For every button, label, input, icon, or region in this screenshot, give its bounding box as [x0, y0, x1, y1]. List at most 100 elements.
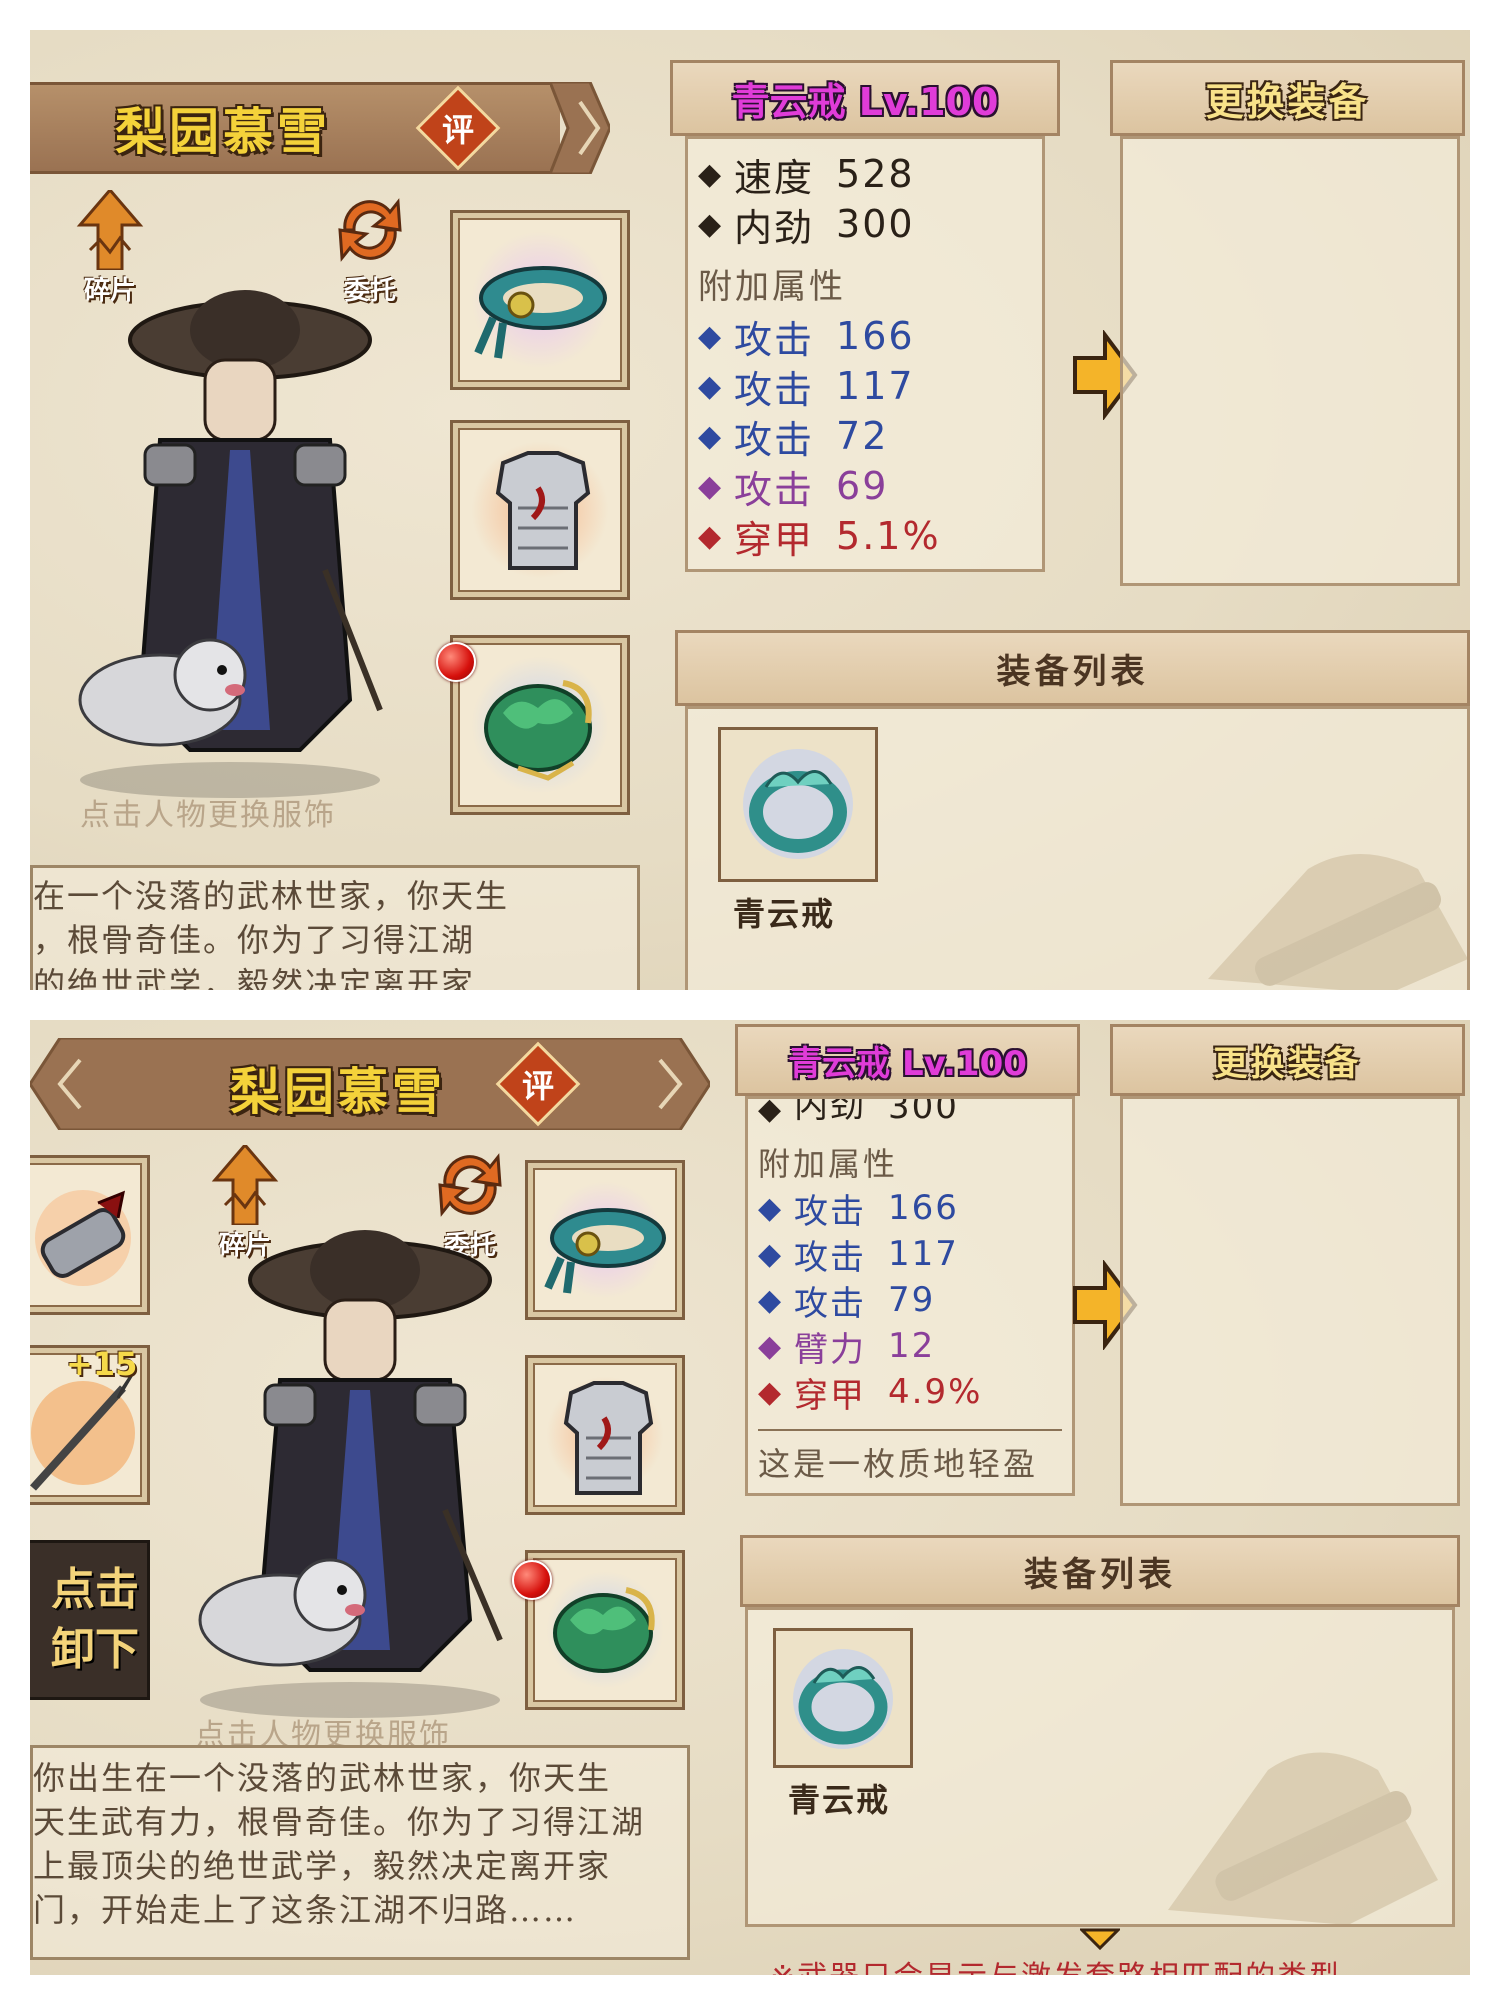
replace-equipment-title: 更换装备: [1213, 1043, 1362, 1084]
stat-row: ◆ 攻击 166: [698, 311, 1042, 362]
stat-row: ◆ 速度 528: [698, 149, 1042, 200]
scroll-down-icon[interactable]: [1080, 1928, 1120, 1950]
diamond-icon: ◆: [758, 1282, 784, 1318]
stat-value: 528: [836, 152, 915, 196]
diamond-icon: ◆: [758, 1190, 784, 1226]
stat-name: 攻击: [734, 417, 815, 462]
new-item-badge: [436, 642, 476, 682]
item-title: 青云戒 Lv.100: [788, 1043, 1027, 1084]
diamond-icon: ◆: [758, 1099, 784, 1127]
replace-equipment-panel[interactable]: [1120, 136, 1460, 586]
screen-equipment-view-2: 梨园慕雪 评 +15 点击 卸下 碎片 委托 点击人物更换服饰 你出生在一个没落…: [30, 1020, 1470, 1975]
stat-value: 12: [888, 1326, 936, 1366]
divider: [758, 1429, 1062, 1431]
stat-value: 72: [836, 414, 889, 458]
jade-ring-icon: [553, 1587, 655, 1673]
item-stats-panel[interactable]: ◆ 速度 528 ◆ 内劲 300 附加属性 ◆ 攻击 166 ◆ 攻击 117 ◆ 攻击 72 ◆…: [685, 136, 1045, 572]
item-stats-panel[interactable]: ◆ 内劲 300 附加属性 ◆ 攻击 166 ◆ 攻击 117 ◆ 攻击 79 ◆ 臂力 12 ◆ 穿…: [745, 1096, 1075, 1496]
stat-row: ◆ 攻击 72: [698, 411, 1042, 462]
equipment-list-panel[interactable]: 青云戒: [685, 706, 1470, 990]
character-description: 你出生在一个没落的武林世家，你天生 天生武有力，根骨奇佳。你为了习得江湖 上最顶…: [30, 1745, 690, 1960]
unequip-label: 点击: [51, 1564, 139, 1615]
item-title-bar: 青云戒 Lv.100: [670, 60, 1060, 136]
stat-row: ◆ 臂力 12: [758, 1323, 1072, 1370]
headband-icon: [474, 266, 607, 359]
stat-name: 攻击: [734, 317, 815, 362]
equipment-list-title: 装备列表: [1024, 1554, 1176, 1595]
stat-value: 5.1%: [836, 514, 941, 558]
diamond-icon: ◆: [758, 1236, 784, 1272]
stat-row: ◆ 攻击 79: [758, 1277, 1072, 1324]
item-title-bar: 青云戒 Lv.100: [735, 1024, 1080, 1096]
change-outfit-hint: 点击人物更换服饰: [80, 798, 336, 833]
stat-value: 166: [836, 314, 915, 358]
character-name: 梨园慕雪: [230, 1062, 446, 1121]
stat-name: 内劲: [794, 1099, 866, 1126]
description-line: 你出生在一个没落的武林世家，你天生: [33, 1759, 612, 1797]
equip-slot-armor[interactable]: [450, 420, 630, 600]
diamond-icon: ◆: [698, 156, 724, 192]
stat-row: ◆ 内劲 300: [698, 199, 1042, 250]
replace-equipment-panel[interactable]: [1120, 1096, 1460, 1506]
new-item-badge: [512, 1560, 552, 1600]
stat-name: 攻击: [794, 1283, 866, 1324]
diamond-icon: ◆: [758, 1374, 784, 1410]
bracer-icon: [35, 1190, 131, 1286]
scroll-decoration: [1168, 1752, 1438, 1924]
spear-icon: [30, 1372, 135, 1491]
equipment-list-item[interactable]: [773, 1628, 913, 1768]
equipment-list-item-name: 青云戒: [788, 1781, 891, 1819]
shard-arrow-icon: [76, 190, 144, 270]
delegate-swap-icon: [438, 1153, 502, 1217]
rating-label: 评: [521, 1066, 555, 1105]
description-line: 天生武有力，根骨奇佳。你为了习得江湖: [33, 1803, 646, 1841]
extra-attributes-title: 附加属性: [758, 1145, 899, 1183]
scroll-decoration: [1208, 854, 1467, 990]
diamond-icon: ◆: [758, 1328, 784, 1364]
equip-slot-ring[interactable]: [450, 635, 630, 815]
equip-slot-bracer[interactable]: [30, 1155, 150, 1315]
equip-slot-headband[interactable]: [450, 210, 630, 390]
stat-name: 速度: [734, 155, 815, 200]
stat-name: 内劲: [734, 205, 815, 250]
equipment-list-title-bar: 装备列表: [740, 1535, 1460, 1607]
shard-arrow-icon: [211, 1145, 279, 1225]
stat-row: ◆ 攻击 166: [758, 1185, 1072, 1232]
jade-ring-icon: [793, 1649, 893, 1749]
stat-value: 166: [888, 1188, 959, 1228]
equipment-list-panel[interactable]: 青云戒: [745, 1607, 1455, 1927]
replace-equipment-title-bar: 更换装备: [1110, 60, 1465, 136]
description-line: ，根骨奇佳。你为了习得江湖: [33, 921, 476, 959]
equipment-list-item[interactable]: [718, 727, 878, 882]
stat-value: 69: [836, 464, 889, 508]
rating-label: 评: [441, 110, 475, 149]
equipment-list-title-bar: 装备列表: [675, 630, 1470, 706]
stat-name: 穿甲: [734, 517, 815, 562]
stat-value: 300: [888, 1099, 959, 1127]
stat-value: 117: [836, 364, 915, 408]
screen-equipment-view-1: 梨园慕雪 评 碎片 委托 点击人物更换服饰 在一个没落的武林世家，你天生 ，根骨…: [30, 30, 1470, 990]
stat-row: ◆ 攻击 117: [758, 1231, 1072, 1278]
character-portrait[interactable]: [40, 280, 400, 800]
filter-footnote: ※武器只会显示与激发套路相匹配的类型: [770, 1952, 1341, 1975]
unequip-label: 卸下: [51, 1624, 139, 1675]
armor-icon: [563, 1381, 654, 1495]
jade-ring-icon: [743, 749, 853, 859]
equipment-list-item-name: 青云戒: [733, 895, 836, 933]
diamond-icon: ◆: [698, 418, 724, 454]
stat-row: ◆ 攻击 117: [698, 361, 1042, 412]
description-line: 的绝世武学，毅然决定离开家: [33, 965, 476, 990]
equip-slot-armor[interactable]: [525, 1355, 685, 1515]
description-line: 在一个没落的武林世家，你天生: [33, 877, 510, 915]
stat-row: ◆ 内劲 300: [758, 1099, 1072, 1127]
unequip-button[interactable]: 点击 卸下: [30, 1540, 150, 1700]
diamond-icon: ◆: [698, 318, 724, 354]
character-portrait[interactable]: [160, 1220, 520, 1720]
stat-value: 4.9%: [888, 1372, 983, 1412]
description-line: 门，开始走上了这条江湖不归路……: [33, 1891, 578, 1929]
stat-name: 攻击: [794, 1237, 866, 1278]
stat-row: ◆ 攻击 69: [698, 461, 1042, 512]
stat-name: 攻击: [794, 1191, 866, 1232]
equip-slot-headband[interactable]: [525, 1160, 685, 1320]
stat-row: ◆ 穿甲 4.9%: [758, 1369, 1072, 1416]
